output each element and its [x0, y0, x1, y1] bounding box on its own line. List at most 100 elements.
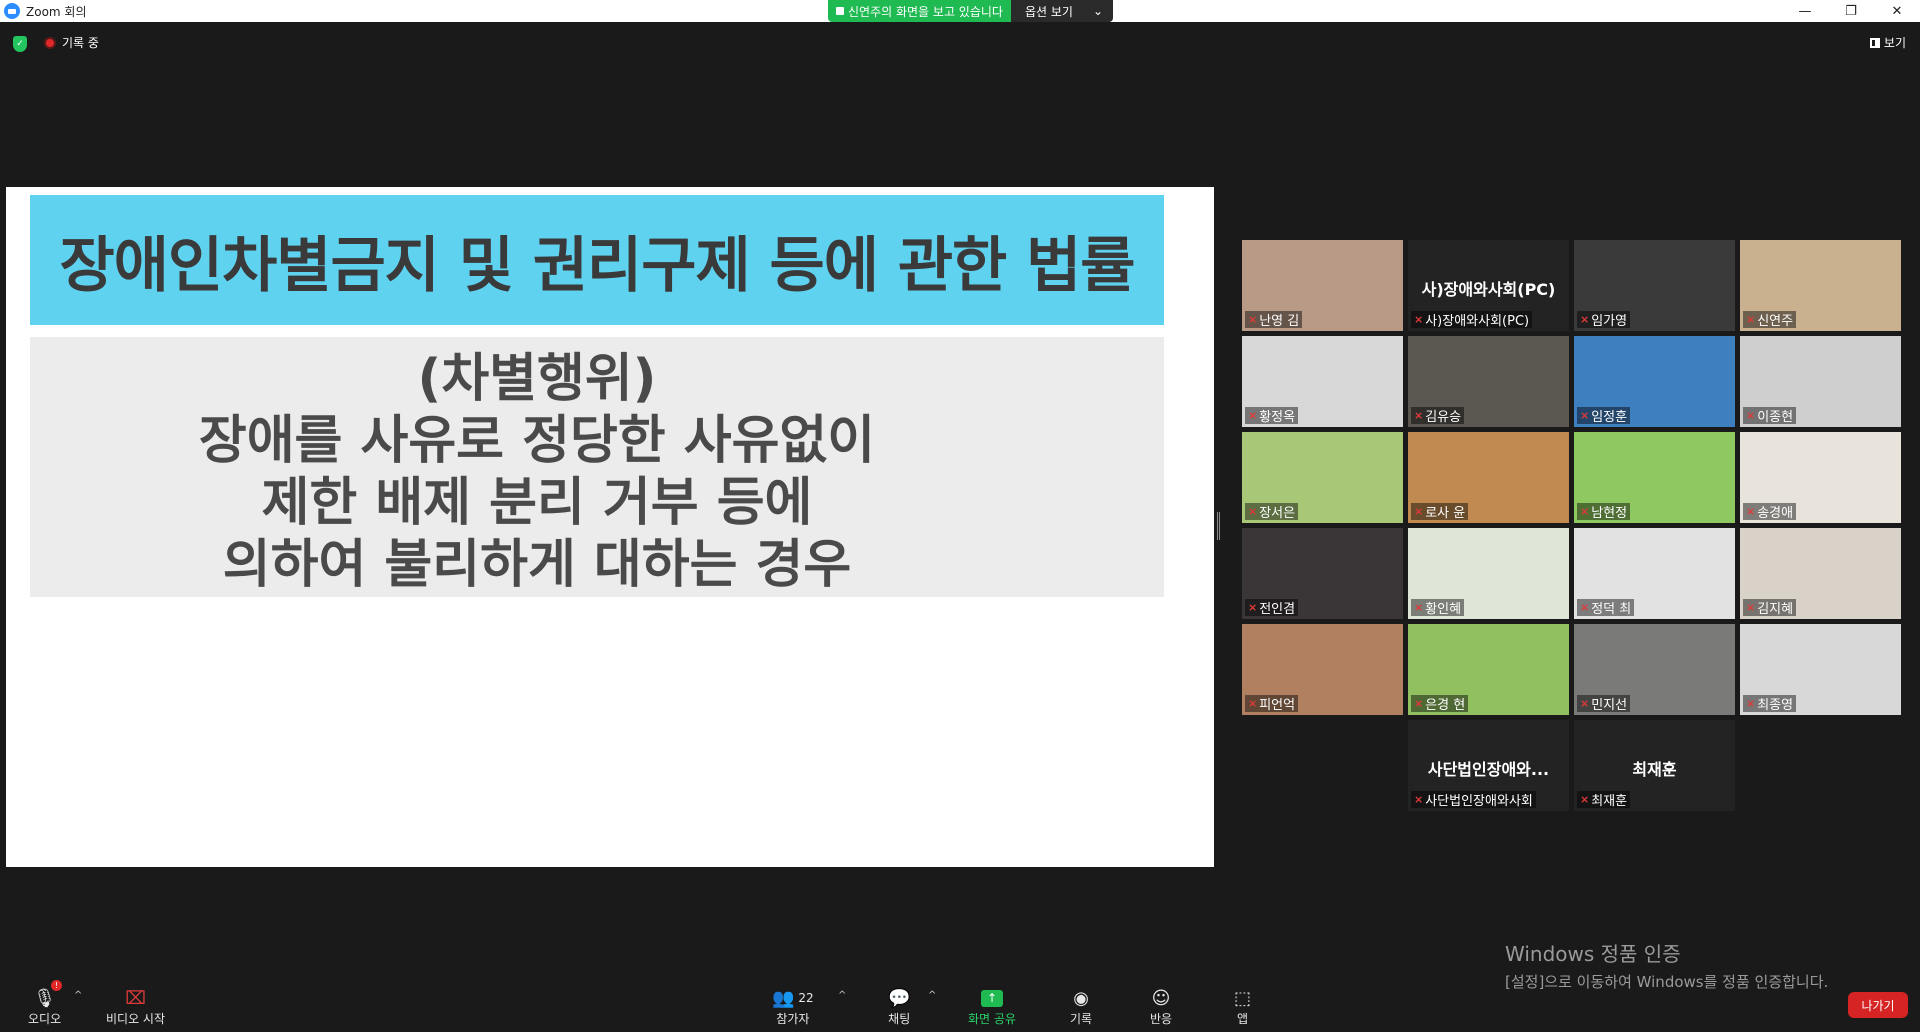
participant-name: 송경애: [1757, 506, 1794, 520]
view-options-label: 옵션 보기: [1024, 4, 1073, 19]
muted-mic-icon: ⨯: [1580, 313, 1590, 326]
encryption-shield-icon[interactable]: ✓: [13, 36, 27, 52]
participant-tile[interactable]: ⨯ 민지선: [1574, 624, 1735, 715]
participant-name-label: ⨯ 송경애: [1743, 503, 1797, 520]
participant-tile[interactable]: ⨯ 전인겸: [1242, 528, 1403, 619]
shared-screen: 장애인차별금지 및 권리구제 등에 관한 법률 (차별행위) 장애를 사유로 정…: [6, 187, 1214, 867]
participant-name: 민지선: [1591, 698, 1628, 712]
participant-name: 최종영: [1757, 698, 1794, 712]
participant-tile[interactable]: ⨯ 이종현: [1740, 336, 1901, 427]
slide-line: 의하여 불리하게 대하는 경우: [222, 535, 852, 595]
share-banner: 신연주의 화면을 보고 있습니다 옵션 보기 ⌄: [828, 0, 1114, 22]
participant-name-label: ⨯ 임정훈: [1577, 407, 1631, 424]
participant-name: 장서은: [1259, 506, 1296, 520]
muted-mic-icon: ⨯: [1248, 601, 1258, 614]
participant-tile[interactable]: ⨯ 임가영: [1574, 240, 1735, 331]
participant-tile[interactable]: ⨯ 김지혜: [1740, 528, 1901, 619]
participant-name: 정덕 최: [1591, 602, 1632, 616]
participants-label: 참가자: [776, 1012, 810, 1026]
muted-mic-icon: ⨯: [1248, 409, 1258, 422]
participant-gallery: ⨯ 난영 김 사)장애와사회(PC) ⨯ 사)장애와사회(PC) ⨯ 임가영 ⨯ 신연주 ⨯ 황정옥…: [1242, 240, 1908, 811]
audio-button[interactable]: 🎙! 오디오: [28, 980, 62, 1027]
participant-tile[interactable]: ⨯ 임정훈: [1574, 336, 1735, 427]
participant-tile[interactable]: ⨯ 난영 김: [1242, 240, 1403, 331]
participant-name-label: ⨯ 황인혜: [1411, 599, 1465, 616]
muted-mic-icon: ⨯: [1248, 697, 1258, 710]
chevron-down-icon: ⌄: [1092, 4, 1104, 18]
participant-name: 사)장애와사회(PC): [1425, 314, 1530, 328]
participant-name: 임정훈: [1591, 410, 1628, 424]
close-button[interactable]: ✕: [1874, 0, 1920, 22]
audio-label: 오디오: [28, 1012, 62, 1026]
muted-mic-icon: ⨯: [1414, 793, 1424, 806]
start-video-button[interactable]: ⌧ 비디오 시작: [106, 986, 165, 1027]
participant-name-label: ⨯ 남현정: [1577, 503, 1631, 520]
participant-name: 황인혜: [1425, 602, 1462, 616]
participant-tile[interactable]: ⨯ 송경애: [1740, 432, 1901, 523]
participant-name-label: ⨯ 사)장애와사회(PC): [1411, 311, 1533, 328]
participants-button[interactable]: 👥 22 참가자: [772, 986, 814, 1027]
participant-tile[interactable]: ⨯ 최종영: [1740, 624, 1901, 715]
participant-tile[interactable]: ⨯ 신연주: [1740, 240, 1901, 331]
participant-name-label: ⨯ 전인겸: [1245, 599, 1299, 616]
minimize-button[interactable]: —: [1782, 0, 1828, 22]
recording-label: 기록 중: [62, 36, 99, 50]
muted-mic-icon: ⨯: [1248, 505, 1258, 518]
participant-name-label: ⨯ 임가영: [1577, 311, 1631, 328]
participant-tile[interactable]: ⨯ 황인혜: [1408, 528, 1569, 619]
window-controls: — ❐ ✕: [1782, 0, 1920, 22]
view-button[interactable]: 보기: [1869, 34, 1906, 51]
video-label: 비디오 시작: [106, 1012, 166, 1026]
muted-mic-icon: ⨯: [1414, 697, 1424, 710]
participant-name: 김유승: [1425, 410, 1462, 424]
muted-mic-icon: ⨯: [1414, 505, 1424, 518]
participants-count: 22: [798, 991, 814, 1005]
share-screen-arrow-icon: ↑: [980, 986, 1003, 1010]
reactions-button[interactable]: ☺ 반응: [1150, 986, 1172, 1027]
participant-tile[interactable]: 사)장애와사회(PC) ⨯ 사)장애와사회(PC): [1408, 240, 1569, 331]
participant-tile[interactable]: ⨯ 정덕 최: [1574, 528, 1735, 619]
share-screen-icon: [836, 7, 844, 15]
recording-indicator[interactable]: 기록 중: [44, 34, 99, 51]
share-screen-button[interactable]: ↑ 화면 공유: [968, 986, 1016, 1027]
participant-name: 사단법인장애와사회: [1425, 794, 1533, 808]
microphone-icon: 🎙!: [33, 980, 62, 1010]
maximize-button[interactable]: ❐: [1828, 0, 1874, 22]
muted-mic-icon: ⨯: [1414, 313, 1424, 326]
chat-button[interactable]: 💬 채팅: [888, 986, 910, 1027]
view-options-button[interactable]: 옵션 보기 ⌄: [1010, 0, 1114, 22]
participant-name-label: ⨯ 최종영: [1743, 695, 1797, 712]
share-status-text: 신연주의 화면을 보고 있습니다: [848, 4, 1003, 19]
participant-name: 로사 윤: [1425, 506, 1466, 520]
chat-label: 채팅: [888, 1012, 911, 1026]
muted-mic-icon: ⨯: [1414, 409, 1424, 422]
apps-button[interactable]: ⬚ 앱: [1234, 986, 1251, 1027]
slide-line: 제한 배제 분리 거부 등에: [261, 473, 813, 533]
participant-name: 전인겸: [1259, 602, 1296, 616]
participant-tile[interactable]: 사단법인장애와... ⨯ 사단법인장애와사회: [1408, 720, 1569, 811]
participant-tile[interactable]: ⨯ 은경 현: [1408, 624, 1569, 715]
slide-body: (차별행위) 장애를 사유로 정당한 사유없이 제한 배제 분리 거부 등에 의…: [30, 337, 1164, 597]
leave-button[interactable]: 나가기: [1848, 992, 1908, 1018]
participant-name-label: ⨯ 로사 윤: [1411, 503, 1469, 520]
apps-icon: ⬚: [1234, 987, 1252, 1009]
split-resize-handle[interactable]: [1217, 512, 1220, 540]
record-icon: ◉: [1073, 987, 1089, 1009]
slide-title: 장애인차별금지 및 권리구제 등에 관한 법률: [30, 195, 1164, 325]
participant-name: 남현정: [1591, 506, 1628, 520]
participant-display-name: 최재훈: [1632, 760, 1677, 779]
chat-options-caret[interactable]: ^: [928, 990, 936, 1001]
audio-options-caret[interactable]: ^: [74, 990, 82, 1001]
participant-name-label: ⨯ 은경 현: [1411, 695, 1469, 712]
participant-tile[interactable]: ⨯ 로사 윤: [1408, 432, 1569, 523]
participant-tile[interactable]: ⨯ 피언억: [1242, 624, 1403, 715]
participant-tile[interactable]: ⨯ 남현정: [1574, 432, 1735, 523]
record-button[interactable]: ◉ 기록: [1070, 986, 1092, 1027]
muted-mic-icon: ⨯: [1746, 505, 1756, 518]
participant-tile[interactable]: ⨯ 장서은: [1242, 432, 1403, 523]
participant-tile[interactable]: ⨯ 황정옥: [1242, 336, 1403, 427]
participant-tile[interactable]: 최재훈 ⨯ 최재훈: [1574, 720, 1735, 811]
participants-options-caret[interactable]: ^: [838, 990, 846, 1001]
participant-tile[interactable]: ⨯ 김유승: [1408, 336, 1569, 427]
participant-name: 난영 김: [1259, 314, 1300, 328]
